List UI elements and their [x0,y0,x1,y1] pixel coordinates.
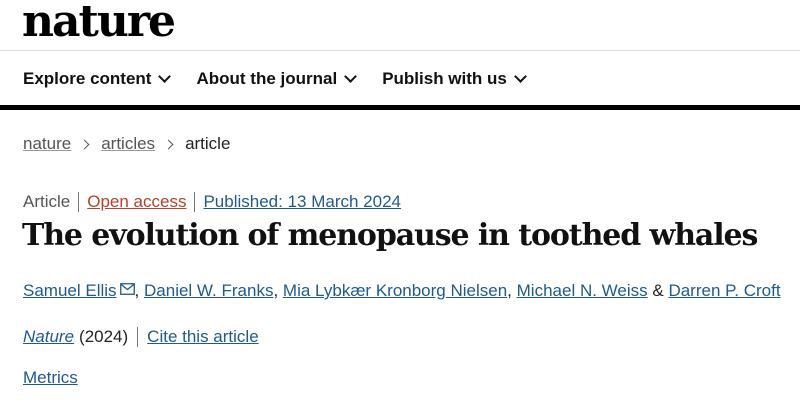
author-link[interactable]: Samuel Ellis [23,281,117,301]
chevron-down-icon [344,70,358,83]
header-divider [0,50,800,51]
publication-year: (2024) [79,327,129,346]
breadcrumb-current: article [185,134,231,153]
chevron-right-icon [163,139,174,149]
chevron-down-icon [158,70,172,83]
nav-item-label: Publish with us [382,69,507,88]
journal-link[interactable]: Nature [23,327,74,347]
meta-divider [194,192,196,212]
author-link[interactable]: Darren P. Croft [668,281,780,301]
nav-item-label: About the journal [196,69,338,88]
author-separator: , [134,281,140,300]
author-link[interactable]: Daniel W. Franks [144,281,273,301]
author-ampersand: & [652,281,664,300]
author-link[interactable]: Mia Lybkær Kronborg Nielsen [283,281,507,301]
main-nav: Explore content About the journal Publis… [23,69,552,89]
citation-divider [137,327,139,347]
cite-this-article-link[interactable]: Cite this article [147,327,258,347]
author-list: Samuel Ellis , Daniel W. Franks , Mia Ly… [23,281,781,301]
citation-line: Nature (2024) Cite this article [23,327,259,347]
article-title: The evolution of menopause in toothed wh… [22,218,758,253]
article-page: nature Explore content About the journal… [0,0,800,406]
nav-item-label: Explore content [23,69,152,88]
article-meta: Article Open access Published: 13 March … [23,192,401,212]
nav-explore-content[interactable]: Explore content [23,69,172,89]
nature-logo[interactable]: nature [22,0,176,44]
author-separator: , [507,281,512,300]
published-date-link[interactable]: Published: 13 March 2024 [203,192,401,212]
nav-publish-with-us[interactable]: Publish with us [382,69,527,89]
author-link[interactable]: Michael N. Weiss [517,281,648,301]
article-type: Article [23,192,71,211]
mail-icon[interactable] [119,280,135,300]
meta-divider [78,192,80,212]
breadcrumb-nature[interactable]: nature [23,134,71,154]
nav-divider [0,105,800,110]
breadcrumb-articles[interactable]: articles [101,134,155,154]
nav-about-the-journal[interactable]: About the journal [196,69,358,89]
chevron-down-icon [513,70,527,83]
metrics-link[interactable]: Metrics [23,368,78,388]
open-access-link[interactable]: Open access [87,192,186,212]
chevron-right-icon [79,139,90,149]
author-separator: , [273,281,279,300]
breadcrumb: nature articles article [23,134,230,154]
